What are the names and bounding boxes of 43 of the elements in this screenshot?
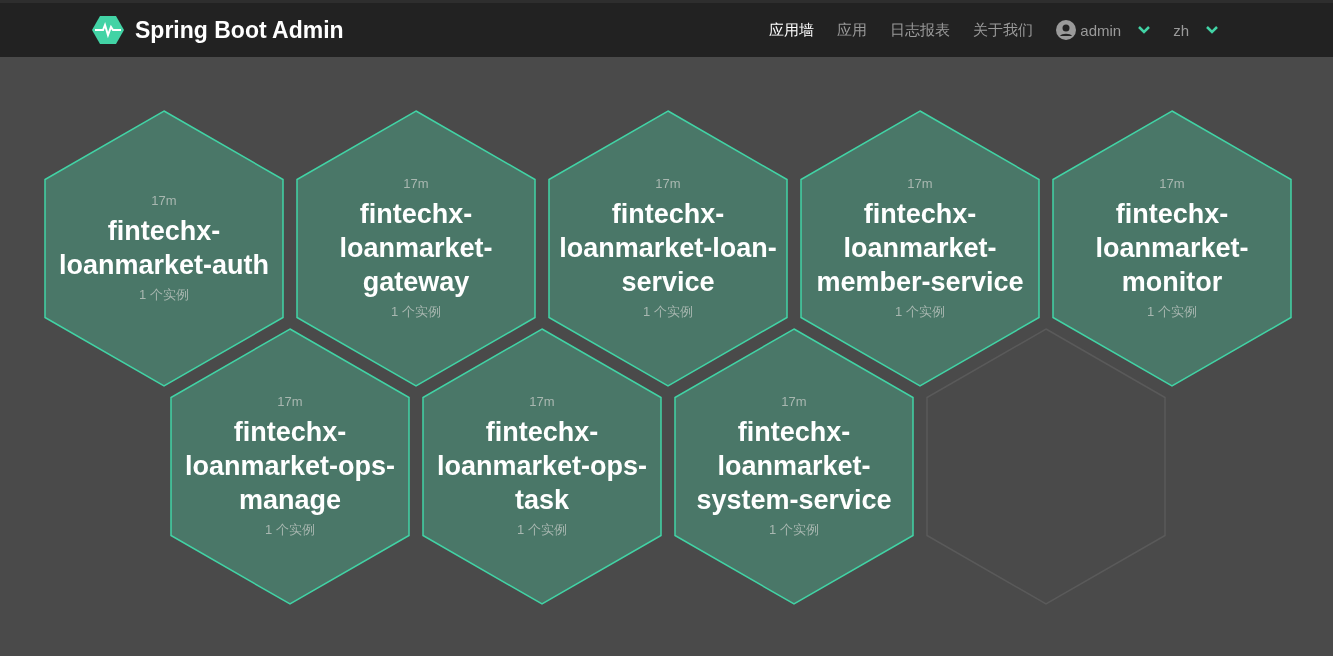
nav-link[interactable]: 日志报表 — [890, 20, 951, 40]
instance-count: 1 个实例 — [517, 521, 567, 539]
chevron-down-icon — [1205, 25, 1219, 35]
uptime-label: 17m — [907, 176, 933, 191]
uptime-label: 17m — [403, 176, 429, 191]
application-name: fintechx-loanmarket-monitor — [1094, 198, 1250, 299]
application-hexagon[interactable]: 17m fintechx-loanmarket-ops-manage 1 个实例 — [170, 328, 410, 605]
application-name: fintechx-loanmarket-member-service — [815, 198, 1025, 299]
user-menu-button[interactable]: admin — [1056, 20, 1152, 40]
instance-count: 1 个实例 — [1147, 303, 1197, 321]
uptime-label: 17m — [277, 394, 303, 409]
instance-count: 1 个实例 — [139, 286, 189, 304]
uptime-label: 17m — [781, 394, 807, 409]
application-name: fintechx-loanmarket-ops-task — [435, 416, 648, 517]
instance-count: 1 个实例 — [895, 303, 945, 321]
nav-link[interactable]: 应用墙 — [769, 20, 815, 40]
application-hexagon[interactable]: 17m fintechx-loanmarket-gateway 1 个实例 — [296, 110, 536, 387]
nav-link[interactable]: 应用 — [837, 20, 868, 40]
application-name: fintechx-loanmarket-system-service — [695, 416, 893, 517]
uptime-label: 17m — [1159, 176, 1185, 191]
chevron-down-icon — [1137, 25, 1152, 35]
uptime-label: 17m — [655, 176, 681, 191]
instance-count: 1 个实例 — [391, 303, 441, 321]
uptime-label: 17m — [529, 394, 555, 409]
application-hexagon[interactable]: 17m fintechx-loanmarket-ops-task 1 个实例 — [422, 328, 662, 605]
instance-count: 1 个实例 — [643, 303, 693, 321]
application-hexagon[interactable]: 17m fintechx-loanmarket-member-service 1 个实例 — [800, 110, 1040, 387]
application-hexagon[interactable]: 17m fintechx-loanmarket-loan-service 1 个实例 — [548, 110, 788, 387]
application-name: fintechx-loanmarket-auth — [57, 215, 270, 282]
heartbeat-hexagon-logo-icon — [92, 16, 124, 44]
language-menu-button[interactable]: zh — [1173, 21, 1219, 39]
nav-link[interactable]: 关于我们 — [973, 20, 1034, 40]
application-name: fintechx-loanmarket-ops-manage — [183, 416, 396, 517]
application-hexagon[interactable]: 17m fintechx-loanmarket-auth 1 个实例 — [44, 110, 284, 387]
user-avatar-icon — [1056, 20, 1077, 40]
application-hexagon[interactable]: 17m fintechx-loanmarket-system-service 1 个实例 — [674, 328, 914, 605]
instance-count: 1 个实例 — [769, 521, 819, 539]
application-name: fintechx-loanmarket-loan-service — [558, 198, 778, 299]
instance-count: 1 个实例 — [265, 521, 315, 539]
uptime-label: 17m — [151, 193, 177, 208]
brand-title: Spring Boot Admin — [135, 16, 344, 44]
application-hexagon[interactable]: 17m fintechx-loanmarket-monitor 1 个实例 — [1052, 110, 1292, 387]
application-name: fintechx-loanmarket-gateway — [338, 198, 494, 299]
